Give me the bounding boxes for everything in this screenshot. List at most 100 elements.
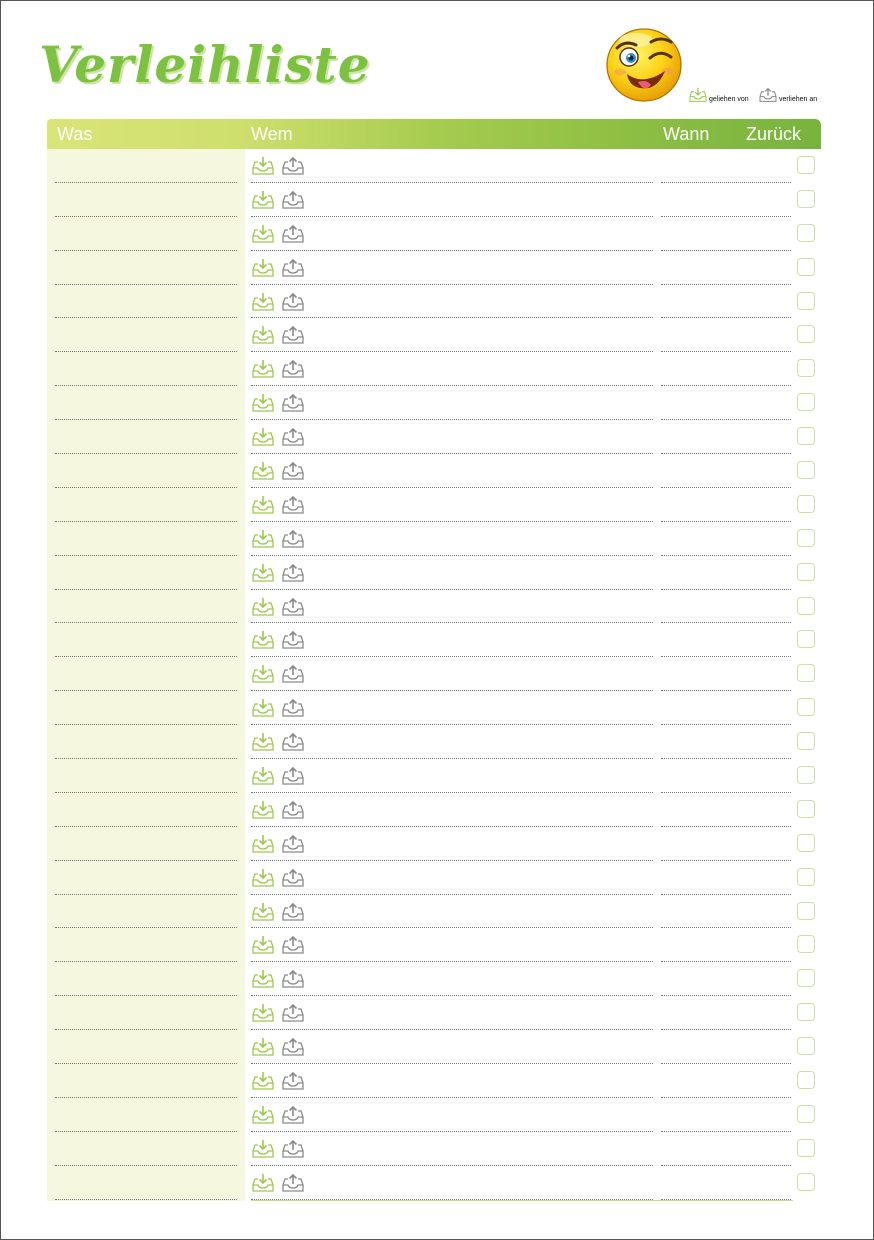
inbox-download-icon: [252, 326, 274, 345]
inbox-download-icon: [252, 1038, 274, 1056]
inbox-upload-icon: [282, 970, 304, 989]
inbox-download-icon: [252, 631, 274, 650]
returned-checkbox[interactable]: [797, 766, 815, 785]
returned-checkbox[interactable]: [797, 732, 815, 751]
returned-checkbox[interactable]: [797, 393, 815, 412]
inbox-download-icon: [689, 87, 707, 102]
returned-checkbox[interactable]: [797, 901, 815, 920]
inbox-upload-icon: [282, 1071, 304, 1090]
table-row: [47, 657, 821, 692]
table-row: [47, 1166, 821, 1200]
inbox-upload-icon: [282, 326, 304, 345]
table-row: [47, 962, 821, 997]
inbox-upload-icon: [282, 902, 304, 921]
returned-checkbox[interactable]: [797, 291, 815, 310]
returned-checkbox[interactable]: [797, 461, 815, 480]
returned-checkbox[interactable]: [797, 664, 815, 683]
table-row: [47, 623, 821, 658]
inbox-download-icon: [252, 665, 274, 684]
inbox-upload-icon: [282, 563, 304, 582]
returned-checkbox[interactable]: [797, 359, 815, 378]
inbox-upload-icon: [282, 597, 304, 616]
returned-checkbox[interactable]: [797, 528, 815, 547]
returned-checkbox[interactable]: [797, 562, 815, 581]
inbox-upload-icon: [282, 461, 304, 480]
returned-checkbox[interactable]: [797, 630, 815, 649]
inbox-download-icon: [252, 1173, 274, 1192]
returned-checkbox[interactable]: [797, 156, 815, 174]
table-row: [47, 691, 821, 726]
returned-checkbox[interactable]: [797, 799, 815, 818]
legend-lent-label: verliehen an: [779, 96, 818, 103]
table-row: [47, 827, 821, 861]
inbox-upload-icon: [282, 224, 304, 243]
inbox-download-icon: [252, 563, 274, 582]
returned-checkbox[interactable]: [797, 257, 815, 276]
inbox-download-icon: [252, 800, 274, 819]
table-row: [47, 1132, 821, 1166]
inbox-upload-icon: [282, 258, 304, 277]
inbox-upload-icon: [282, 156, 304, 175]
table-row: [47, 352, 821, 387]
inbox-upload-icon: [282, 733, 304, 751]
inbox-download-icon: [252, 224, 274, 243]
inbox-download-icon: [252, 936, 274, 955]
returned-checkbox[interactable]: [797, 223, 815, 242]
was-entry-line[interactable]: [55, 1198, 237, 1200]
table-row: [47, 759, 821, 793]
inbox-download-icon: [252, 495, 274, 514]
table-header: Was Wem Wann Zurück: [47, 119, 821, 149]
inbox-upload-icon: [282, 394, 304, 412]
table-row: [47, 928, 821, 963]
inbox-download-icon: [252, 733, 274, 751]
inbox-upload-icon: [282, 1038, 304, 1056]
returned-checkbox[interactable]: [797, 867, 815, 886]
inbox-upload-icon: [282, 800, 304, 819]
inbox-download-icon: [252, 1004, 274, 1022]
page-title: Verleihliste: [39, 35, 371, 94]
returned-checkbox[interactable]: [797, 1138, 815, 1157]
inbox-download-icon: [252, 902, 274, 921]
table-row: [47, 420, 821, 455]
inbox-upload-icon: [282, 292, 304, 311]
table-row: [47, 183, 821, 217]
legend-lent: verliehen an: [759, 87, 817, 103]
returned-checkbox[interactable]: [797, 969, 815, 988]
inbox-download-icon: [252, 597, 274, 616]
inbox-download-icon: [252, 428, 274, 446]
table-row: [47, 285, 821, 319]
column-header-zurueck: Zurück: [746, 124, 802, 144]
inbox-download-icon: [252, 834, 274, 853]
column-header-wann: Wann: [663, 124, 710, 144]
returned-checkbox[interactable]: [797, 1071, 815, 1090]
table-row: [47, 590, 821, 624]
returned-checkbox[interactable]: [797, 494, 815, 513]
inbox-upload-icon: [282, 868, 304, 887]
inbox-download-icon: [252, 699, 274, 717]
inbox-download-icon: [252, 970, 274, 989]
returned-checkbox[interactable]: [797, 1172, 815, 1191]
table-bottom-line: [251, 1200, 793, 1201]
inbox-upload-icon: [282, 1139, 304, 1158]
inbox-download-icon: [252, 1105, 274, 1124]
returned-checkbox[interactable]: [797, 1003, 815, 1022]
inbox-download-icon: [252, 462, 274, 480]
returned-checkbox[interactable]: [797, 596, 815, 615]
legend-borrowed: geliehen von: [689, 87, 749, 103]
table-row: [47, 251, 821, 285]
table-body: [47, 149, 821, 1200]
returned-checkbox[interactable]: [797, 1037, 815, 1056]
inbox-upload-icon: [282, 1173, 304, 1192]
inbox-download-icon: [252, 868, 274, 887]
returned-checkbox[interactable]: [797, 1104, 815, 1123]
returned-checkbox[interactable]: [797, 935, 815, 954]
inbox-upload-icon: [282, 834, 304, 853]
returned-checkbox[interactable]: [797, 325, 815, 344]
returned-checkbox[interactable]: [797, 698, 815, 717]
returned-checkbox[interactable]: [797, 189, 815, 208]
column-header-was: Was: [57, 124, 93, 144]
returned-checkbox[interactable]: [797, 833, 815, 852]
table-row: [47, 1030, 821, 1065]
returned-checkbox[interactable]: [797, 427, 815, 446]
inbox-upload-icon: [282, 936, 304, 955]
